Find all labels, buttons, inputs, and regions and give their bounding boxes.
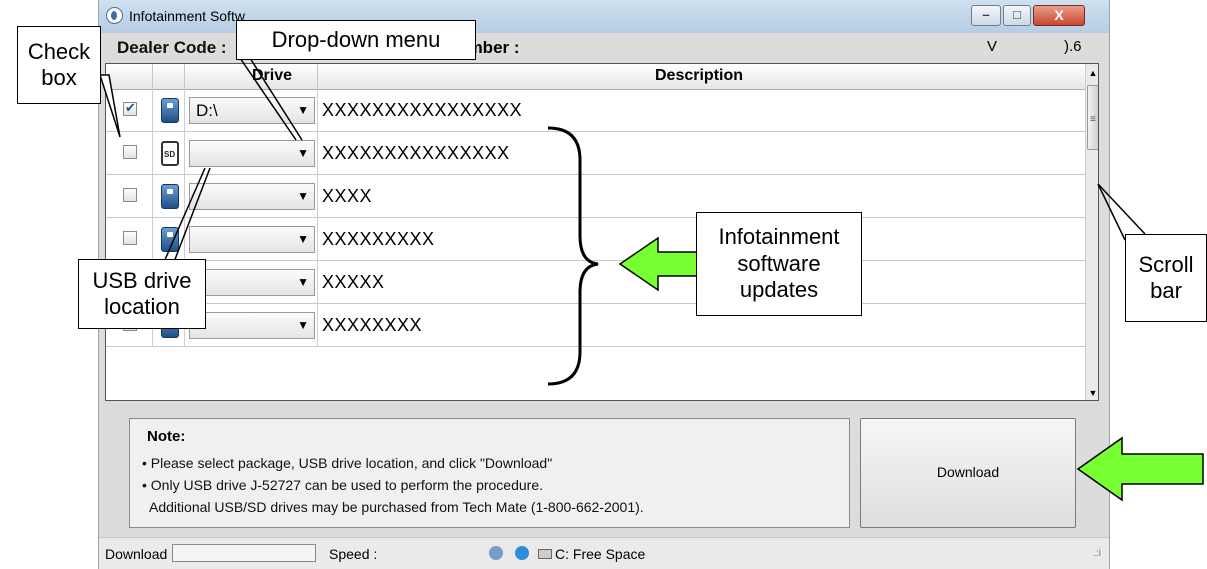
cell-divider [317, 304, 318, 347]
callout-usb-drive-location: USB drive location [78, 259, 206, 329]
cell-divider [184, 175, 185, 218]
infotainment-software-window: Infotainment Softw – □ X Dealer Code : K… [98, 0, 1110, 569]
maximize-icon: □ [1013, 7, 1021, 22]
row-checkbox[interactable] [123, 188, 137, 202]
drive-dropdown[interactable]: ▼ [189, 226, 315, 253]
drive-dropdown[interactable]: ▼ [189, 312, 315, 339]
network-icon [489, 546, 503, 560]
cell-divider [317, 218, 318, 261]
window-title: Infotainment Softw [129, 8, 245, 24]
column-header-drive[interactable]: Drive [252, 67, 292, 85]
package-description: XXXX [322, 186, 373, 206]
drive-dropdown[interactable]: ▼ [189, 183, 315, 210]
cell-divider [184, 218, 185, 261]
row-checkbox[interactable] [123, 100, 137, 116]
package-description: XXXXXXXXXXXXXXX [322, 143, 510, 163]
note-title: Note: [147, 428, 186, 445]
note-line: Additional USB/SD drives may be purchase… [142, 499, 644, 515]
table-row[interactable]: ▼ XXXXXXXX [106, 304, 1085, 347]
sd-card-icon [161, 141, 179, 166]
version-value: ).6 [1064, 38, 1082, 55]
cell-divider [317, 175, 318, 218]
drive-dropdown[interactable]: ▼ [189, 269, 315, 296]
globe-icon [515, 546, 529, 560]
table-row[interactable]: ▼ XXXXXXXXX [106, 218, 1085, 261]
drive-dropdown-value: D:\ [196, 101, 218, 120]
download-button[interactable]: Download [860, 418, 1076, 528]
note-line: • Please select package, USB drive locat… [142, 455, 553, 471]
vertical-scrollbar[interactable]: ▲ ≡ ▼ [1085, 64, 1098, 400]
table-row[interactable]: ▼ XXXXXXXXXXXXXXX [106, 132, 1085, 175]
resize-grip-icon[interactable]: .:i [1093, 548, 1101, 559]
usb-drive-icon [161, 184, 179, 209]
scroll-down-icon[interactable]: ▼ [1086, 384, 1098, 400]
header-divider [184, 64, 185, 89]
usb-drive-icon [161, 98, 179, 123]
chevron-down-icon[interactable]: ▼ [297, 189, 309, 203]
callout-drop-down-menu: Drop-down menu [236, 20, 476, 60]
cell-divider [152, 89, 153, 132]
package-description: XXXXXXXX [322, 315, 423, 335]
drive-icon [538, 549, 552, 559]
cell-divider [152, 132, 153, 175]
minimize-button[interactable]: – [971, 5, 1001, 26]
speed-label: Speed : [329, 546, 378, 562]
package-description: XXXXXXXXXXXXXXXX [322, 100, 523, 120]
drive-dropdown[interactable]: D:\ ▼ [189, 97, 315, 124]
table-row[interactable]: D:\ ▼ XXXXXXXXXXXXXXXX [106, 89, 1085, 132]
drive-dropdown[interactable]: ▼ [189, 140, 315, 167]
status-bar: Download : Speed : C: Free Space .:i [99, 537, 1109, 569]
scroll-grip-icon: ≡ [1090, 114, 1096, 125]
row-checkbox[interactable] [123, 231, 137, 245]
chevron-down-icon[interactable]: ▼ [297, 318, 309, 332]
scroll-thumb[interactable]: ≡ [1087, 85, 1098, 150]
version-label: V [987, 38, 998, 55]
chevron-down-icon[interactable]: ▼ [297, 103, 309, 117]
minimize-icon: – [982, 7, 990, 22]
row-checkbox[interactable] [123, 145, 137, 159]
cell-divider [152, 175, 153, 218]
package-description: XXXXXXXXX [322, 229, 435, 249]
cell-divider [317, 261, 318, 304]
chevron-down-icon[interactable]: ▼ [297, 146, 309, 160]
cell-divider [152, 218, 153, 261]
note-panel: Note: • Please select package, USB drive… [129, 418, 850, 528]
grid-header: Drive Description [106, 64, 1085, 90]
maximize-button[interactable]: □ [1003, 5, 1031, 26]
close-button[interactable]: X [1033, 5, 1085, 26]
package-description: XXXXX [322, 272, 385, 292]
download-progress-label: Download : [105, 546, 176, 562]
cell-divider [184, 132, 185, 175]
scroll-up-icon[interactable]: ▲ [1086, 64, 1098, 82]
header-divider [317, 64, 318, 89]
column-header-description[interactable]: Description [655, 67, 743, 85]
callout-check-box: Check box [17, 26, 101, 104]
callout-infotainment-updates: Infotainment software updates [696, 212, 862, 316]
download-progress-bar [172, 544, 316, 562]
cell-divider [317, 89, 318, 132]
callout-scroll-bar: Scroll bar [1125, 234, 1207, 322]
package-grid: Drive Description D:\ ▼ XXXXXXXXXXXXXXXX ▼ X… [105, 63, 1099, 401]
header-divider [152, 64, 153, 89]
chevron-down-icon[interactable]: ▼ [297, 232, 309, 246]
table-row[interactable]: ▼ XXXX [106, 175, 1085, 218]
cell-divider [184, 89, 185, 132]
free-space-label: C: Free Space [555, 546, 646, 562]
download-button-label: Download [936, 464, 1000, 480]
app-icon [106, 7, 123, 24]
dealer-code-label: Dealer Code : [117, 38, 227, 57]
note-line: • Only USB drive J-52727 can be used to … [142, 477, 544, 493]
usb-drive-icon [161, 227, 179, 252]
chevron-down-icon[interactable]: ▼ [297, 275, 309, 289]
cell-divider [317, 132, 318, 175]
close-icon: X [1054, 7, 1064, 23]
table-row[interactable]: ▼ XXXXX [106, 261, 1085, 304]
